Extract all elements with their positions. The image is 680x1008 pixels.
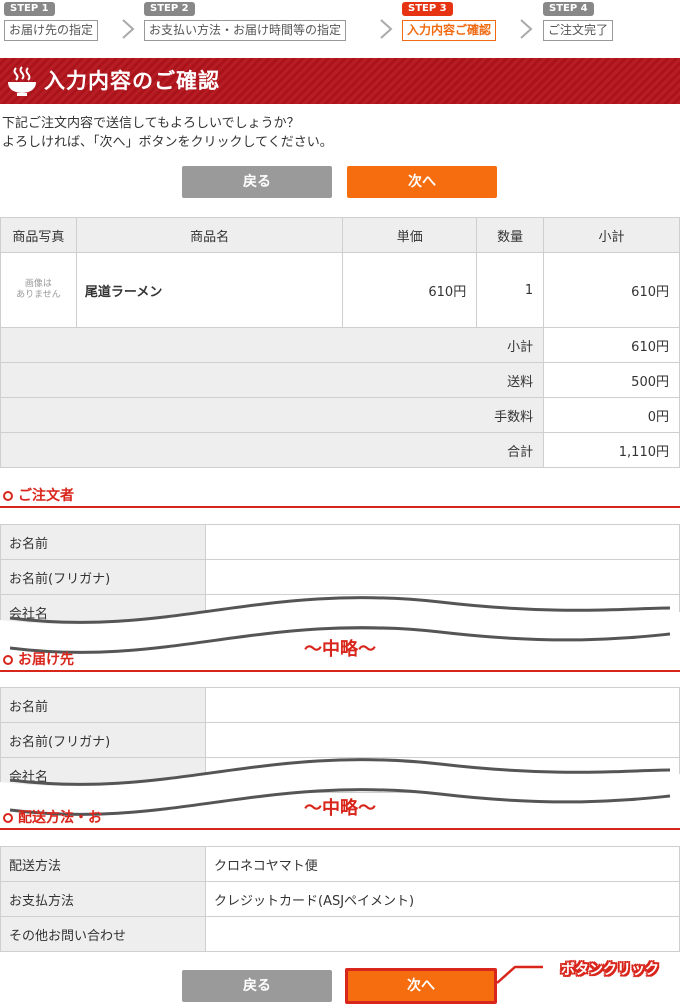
step-indicator: STEP 1 お届け先の指定 STEP 2 お支払い方法・お届け時間等の指定 S… bbox=[0, 0, 680, 44]
section-heading-delivery: お届け先 bbox=[0, 650, 680, 672]
bullet-circle-icon bbox=[3, 655, 13, 665]
summary-value: 610円 bbox=[543, 327, 680, 363]
field-value: クロネコヤマト便 bbox=[205, 846, 680, 882]
field-label: お名前 bbox=[0, 524, 206, 560]
table-row: お名前 bbox=[0, 524, 680, 560]
summary-label: 手数料 bbox=[0, 397, 545, 433]
step-label: お届け先の指定 bbox=[4, 20, 99, 41]
summary-row: 送料 500円 bbox=[0, 362, 680, 398]
step-label: お支払い方法・お届け時間等の指定 bbox=[144, 20, 347, 41]
shipping-table: 配送方法 クロネコヤマト便 お支払方法 クレジットカード(ASJペイメント) その他… bbox=[0, 846, 680, 952]
field-label: 配送方法 bbox=[0, 846, 206, 882]
summary-row: 手数料 0円 bbox=[0, 397, 680, 433]
ramen-bowl-icon bbox=[8, 66, 36, 96]
field-label: お支払方法 bbox=[0, 881, 206, 917]
table-row: 配送方法 クロネコヤマト便 bbox=[0, 846, 680, 882]
line-subtotal: 610円 bbox=[543, 252, 680, 328]
chevron-right-icon bbox=[122, 19, 135, 39]
column-header: 商品名 bbox=[75, 217, 344, 253]
back-button-top[interactable]: 戻る bbox=[182, 166, 332, 198]
intro-text: 下記ご注文内容で送信してもよろしいでしょうか？ よろしければ、「次へ」ボタンをク… bbox=[2, 114, 333, 152]
table-row: お支払方法 クレジットカード(ASJペイメント) bbox=[0, 881, 680, 917]
page-title-bar: 入力内容のご確認 bbox=[0, 58, 680, 104]
bullet-circle-icon bbox=[3, 813, 13, 823]
unit-price: 610円 bbox=[342, 252, 478, 328]
quantity: 1 bbox=[476, 252, 545, 328]
column-header: 小計 bbox=[543, 217, 680, 253]
step-label: ご注文完了 bbox=[543, 20, 614, 41]
field-value bbox=[205, 916, 680, 952]
product-image-cell: 画像は ありません bbox=[0, 252, 77, 328]
table-row: お名前 bbox=[0, 687, 680, 723]
field-label: その他お問い合わせ bbox=[0, 916, 206, 952]
section-title: 配送方法・お bbox=[18, 810, 102, 826]
step-badge: STEP 2 bbox=[144, 2, 195, 16]
column-header: 数量 bbox=[476, 217, 545, 253]
next-button-bottom[interactable]: 次へ bbox=[345, 968, 497, 1004]
step-badge: STEP 4 bbox=[543, 2, 594, 16]
bullet-circle-icon bbox=[3, 491, 13, 501]
step-badge: STEP 3 bbox=[402, 2, 453, 16]
chevron-right-icon bbox=[520, 19, 533, 39]
chevron-right-icon bbox=[380, 19, 393, 39]
table-row: 画像は ありません 尾道ラーメン 610円 1 610円 bbox=[0, 252, 680, 328]
order-items-table: 商品写真 商品名 単価 数量 小計 画像は ありません 尾道ラーメン 610円 … bbox=[0, 217, 680, 468]
summary-value: 1,110円 bbox=[543, 432, 680, 468]
callout-pointer-line bbox=[496, 965, 543, 984]
back-button-bottom[interactable]: 戻る bbox=[182, 970, 332, 1002]
intro-line-2: よろしければ、「次へ」ボタンをクリックしてください。 bbox=[2, 135, 333, 150]
summary-label: 送料 bbox=[0, 362, 545, 398]
no-image-text: 画像は bbox=[24, 279, 52, 289]
field-value bbox=[205, 687, 680, 723]
summary-value: 0円 bbox=[543, 397, 680, 433]
step-badge: STEP 1 bbox=[4, 2, 55, 16]
summary-value: 500円 bbox=[543, 362, 680, 398]
summary-label: 合計 bbox=[0, 432, 545, 468]
column-header: 商品写真 bbox=[0, 217, 77, 253]
field-value bbox=[205, 524, 680, 560]
table-row: その他お問い合わせ bbox=[0, 916, 680, 952]
button-click-callout: ボタンクリック bbox=[561, 962, 659, 978]
no-image-placeholder: 画像は ありません bbox=[1, 279, 76, 301]
no-image-text: ありません bbox=[16, 290, 61, 300]
product-name: 尾道ラーメン bbox=[75, 252, 344, 328]
summary-label: 小計 bbox=[0, 327, 545, 363]
step-label: 入力内容ご確認 bbox=[402, 20, 497, 41]
field-label: お名前 bbox=[0, 687, 206, 723]
page-title: 入力内容のご確認 bbox=[44, 69, 220, 93]
section-heading-shipping: 配送方法・お bbox=[0, 808, 680, 830]
summary-row: 小計 610円 bbox=[0, 327, 680, 363]
section-heading-orderer: ご注文者 bbox=[0, 486, 680, 508]
section-title: ご注文者 bbox=[18, 488, 74, 504]
section-title: お届け先 bbox=[18, 652, 74, 668]
table-header-row: 商品写真 商品名 単価 数量 小計 bbox=[0, 217, 680, 253]
next-button-top[interactable]: 次へ bbox=[347, 166, 497, 198]
summary-row: 合計 1,110円 bbox=[0, 432, 680, 468]
intro-line-1: 下記ご注文内容で送信してもよろしいでしょうか？ bbox=[2, 116, 300, 131]
field-value: クレジットカード(ASJペイメント) bbox=[205, 881, 680, 917]
column-header: 単価 bbox=[342, 217, 478, 253]
